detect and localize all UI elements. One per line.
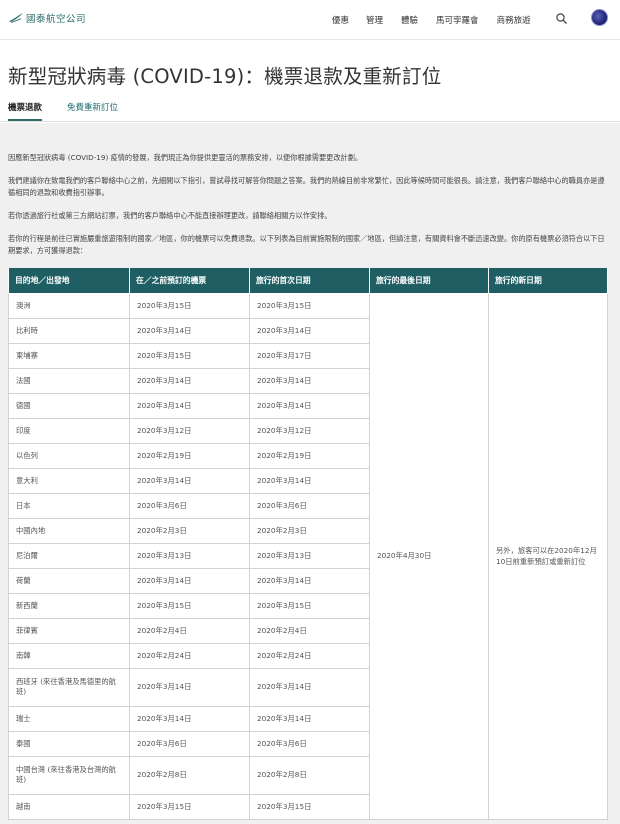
main-nav: 優惠 管理 體驗 馬可孛羅會 商務旅遊 — [332, 14, 549, 26]
cell-booked-on: 2020年3月6日 — [129, 730, 250, 757]
cell-destination: 柬埔寨 — [8, 342, 130, 369]
cell-first-date: 2020年3月15日 — [249, 292, 370, 319]
cell-booked-on: 2020年3月14日 — [129, 705, 250, 732]
restriction-paragraph: 若你的行程是前往已實施嚴重旅遊限制的國家／地區，你的機票可以免費退款。以下列表為… — [8, 234, 605, 255]
logo-text: 國泰航空公司 — [26, 14, 87, 25]
cell-first-date: 2020年2月8日 — [249, 755, 370, 795]
cell-first-date: 2020年3月14日 — [249, 705, 370, 732]
cell-first-date: 2020年2月4日 — [249, 617, 370, 644]
header-new-travel-date: 旅行的新日期 — [488, 268, 608, 294]
agent-paragraph: 若你透過旅行社或第三方網站訂票，我們的客戶聯絡中心不能直接辦理更改，請聯絡相關方… — [8, 211, 332, 220]
cell-booked-on: 2020年3月15日 — [129, 342, 250, 369]
cell-destination: 西班牙 (來往香港及馬德里的航班) — [8, 667, 130, 707]
cell-booked-on: 2020年3月15日 — [129, 292, 250, 319]
cell-destination: 南韓 — [8, 642, 130, 669]
tab-bar: 機票退款 免費重新訂位 — [0, 101, 620, 122]
cell-destination: 菲律賓 — [8, 617, 130, 644]
cell-first-date: 2020年3月14日 — [249, 667, 370, 707]
cell-destination: 印度 — [8, 417, 130, 444]
cell-destination: 意大利 — [8, 467, 130, 494]
cell-first-date: 2020年3月15日 — [249, 793, 370, 820]
cell-booked-on: 2020年2月4日 — [129, 617, 250, 644]
cell-first-date: 2020年2月24日 — [249, 642, 370, 669]
cell-destination: 尼泊爾 — [8, 542, 130, 569]
cell-destination: 德國 — [8, 392, 130, 419]
cell-booked-on: 2020年2月8日 — [129, 755, 250, 795]
cell-booked-on: 2020年3月14日 — [129, 392, 250, 419]
cell-booked-on: 2020年2月3日 — [129, 517, 250, 544]
nav-marco-polo[interactable]: 馬可孛羅會 — [436, 14, 479, 26]
table-row: 澳洲 2020年3月15日 2020年3月15日 2020年4月30日 另外，旅客可以在… — [8, 292, 608, 820]
cell-destination: 荷蘭 — [8, 567, 130, 594]
cell-first-date: 2020年3月14日 — [249, 367, 370, 394]
cell-destination: 以色列 — [8, 442, 130, 469]
cell-booked-on: 2020年3月14日 — [129, 667, 250, 707]
main-content: 因應新型冠狀病毒 (COVID-19) 疫情的發展，我們現正為你提供更靈活的票務… — [0, 123, 620, 824]
cell-first-date: 2020年3月14日 — [249, 317, 370, 344]
cell-booked-on: 2020年3月14日 — [129, 367, 250, 394]
cell-last-date: 2020年4月30日 — [369, 292, 489, 820]
cell-destination: 新西蘭 — [8, 592, 130, 619]
cell-new-date: 另外，旅客可以在2020年12月10日前重新預訂或重新訂位 — [488, 292, 608, 820]
cell-destination: 比利時 — [8, 317, 130, 344]
cell-first-date: 2020年3月14日 — [249, 392, 370, 419]
cell-first-date: 2020年3月17日 — [249, 342, 370, 369]
cell-first-date: 2020年3月12日 — [249, 417, 370, 444]
header-last-travel-date: 旅行的最後日期 — [369, 268, 489, 294]
cell-booked-on: 2020年2月19日 — [129, 442, 250, 469]
cell-destination: 泰國 — [8, 730, 130, 757]
cell-first-date: 2020年2月3日 — [249, 517, 370, 544]
cell-first-date: 2020年3月6日 — [249, 492, 370, 519]
header-first-travel-date: 旅行的首次日期 — [249, 268, 370, 294]
cell-booked-on: 2020年3月14日 — [129, 317, 250, 344]
cell-first-date: 2020年3月6日 — [249, 730, 370, 757]
cell-first-date: 2020年3月14日 — [249, 467, 370, 494]
cell-first-date: 2020年3月14日 — [249, 567, 370, 594]
table-header-row: 目的地／出發地 在／之前預訂的機票 旅行的首次日期 旅行的最後日期 旅行的新日期 — [8, 268, 608, 294]
cell-first-date: 2020年2月19日 — [249, 442, 370, 469]
avatar[interactable] — [591, 9, 608, 26]
cell-destination: 瑞士 — [8, 705, 130, 732]
header-booked-on: 在／之前預訂的機票 — [129, 268, 250, 294]
cell-first-date: 2020年3月13日 — [249, 542, 370, 569]
search-icon[interactable] — [555, 11, 569, 25]
cell-booked-on: 2020年3月12日 — [129, 417, 250, 444]
cell-booked-on: 2020年2月24日 — [129, 642, 250, 669]
cell-destination: 澳洲 — [8, 292, 130, 319]
cell-booked-on: 2020年3月6日 — [129, 492, 250, 519]
cathay-logo[interactable]: 國泰航空公司 — [8, 10, 86, 26]
refund-table: 目的地／出發地 在／之前預訂的機票 旅行的首次日期 旅行的最後日期 旅行的新日期… — [8, 268, 608, 820]
nav-experience[interactable]: 體驗 — [401, 14, 418, 26]
cell-booked-on: 2020年3月14日 — [129, 467, 250, 494]
header-destination: 目的地／出發地 — [8, 268, 130, 294]
page-title: 新型冠狀病毒 (COVID-19)：機票退款及重新訂位 — [8, 65, 442, 88]
cell-first-date: 2020年3月15日 — [249, 592, 370, 619]
top-nav: 國泰航空公司 優惠 管理 體驗 馬可孛羅會 商務旅遊 — [0, 0, 620, 40]
hotline-paragraph: 我們建議你在致電我們的客戶聯絡中心之前，先細閱以下指引，嘗試尋找可解答你問題之答… — [8, 176, 605, 197]
cell-booked-on: 2020年3月14日 — [129, 567, 250, 594]
tab-free-rebooking[interactable]: 免費重新訂位 — [67, 101, 118, 121]
nav-manage[interactable]: 管理 — [366, 14, 383, 26]
brushwing-logo-icon — [9, 13, 23, 23]
intro-paragraph: 因應新型冠狀病毒 (COVID-19) 疫情的發展，我們現正為你提供更靈活的票務… — [8, 153, 363, 162]
cell-booked-on: 2020年3月15日 — [129, 793, 250, 820]
nav-offers[interactable]: 優惠 — [332, 14, 349, 26]
cell-destination: 日本 — [8, 492, 130, 519]
tab-refund[interactable]: 機票退款 — [8, 101, 43, 121]
cell-destination: 越南 — [8, 793, 130, 820]
nav-business-travel[interactable]: 商務旅遊 — [497, 14, 531, 26]
cell-destination: 法國 — [8, 367, 130, 394]
cell-destination: 中國台灣 (來往香港及台灣的航班) — [8, 755, 130, 795]
cell-destination: 中國內地 — [8, 517, 130, 544]
cell-booked-on: 2020年3月13日 — [129, 542, 250, 569]
cell-booked-on: 2020年3月15日 — [129, 592, 250, 619]
